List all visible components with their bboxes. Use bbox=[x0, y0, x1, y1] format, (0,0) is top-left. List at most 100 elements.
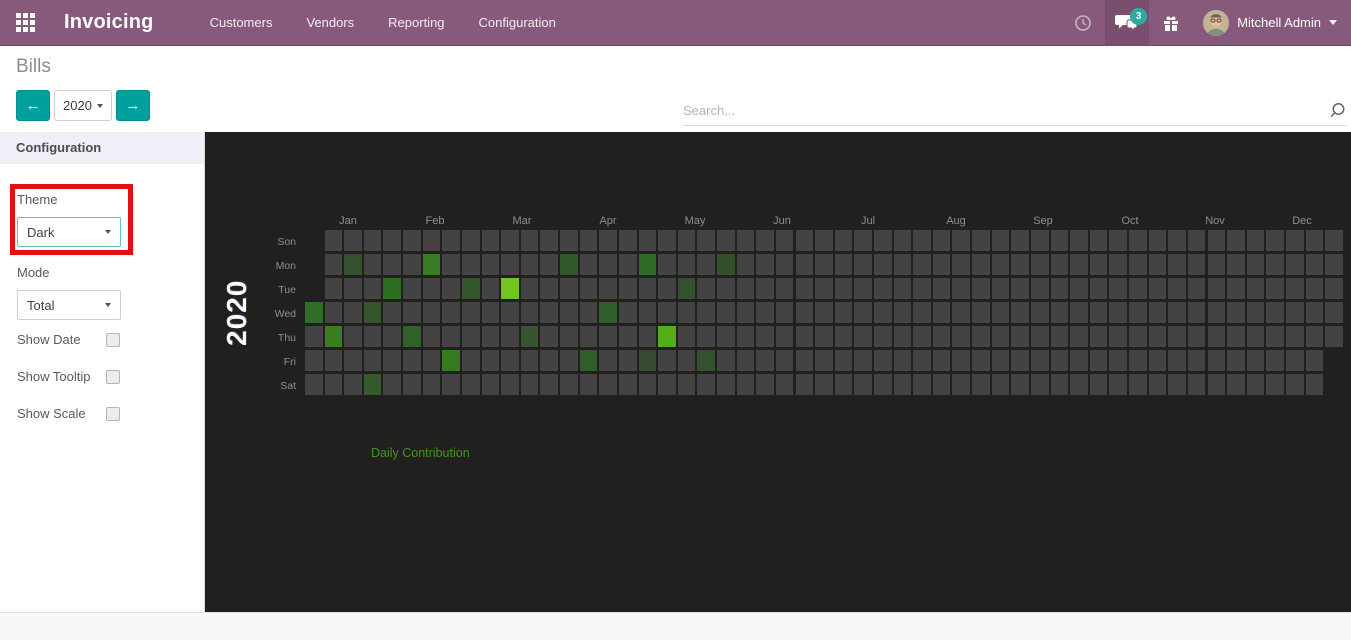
heatmap-cell[interactable] bbox=[481, 374, 500, 395]
heatmap-cell[interactable] bbox=[1011, 350, 1029, 371]
heatmap-cell[interactable] bbox=[501, 350, 519, 371]
heatmap-cell[interactable] bbox=[1070, 374, 1088, 395]
heatmap-cell[interactable] bbox=[1089, 254, 1108, 275]
heatmap-cell[interactable] bbox=[638, 350, 657, 371]
heatmap-cell[interactable] bbox=[1325, 278, 1343, 299]
heatmap-cell[interactable] bbox=[1246, 350, 1265, 371]
heatmap-cell[interactable] bbox=[736, 350, 755, 371]
heatmap-cell[interactable] bbox=[815, 374, 833, 395]
heatmap-cell[interactable] bbox=[658, 302, 676, 323]
heatmap-cell[interactable] bbox=[834, 254, 853, 275]
heatmap-cell[interactable] bbox=[324, 302, 343, 323]
heatmap-cell[interactable] bbox=[599, 254, 617, 275]
heatmap-cell[interactable] bbox=[972, 350, 990, 371]
heatmap-cell[interactable] bbox=[1070, 254, 1088, 275]
heatmap-cell[interactable] bbox=[795, 374, 814, 395]
heatmap-cell[interactable] bbox=[560, 350, 578, 371]
heatmap-cell[interactable] bbox=[1148, 374, 1167, 395]
heatmap-cell[interactable] bbox=[677, 254, 696, 275]
heatmap-cell[interactable] bbox=[520, 254, 539, 275]
heatmap-cell[interactable] bbox=[461, 278, 480, 299]
heatmap-cell[interactable] bbox=[677, 278, 696, 299]
heatmap-cell[interactable] bbox=[520, 326, 539, 347]
heatmap-cell[interactable] bbox=[1266, 350, 1284, 371]
heatmap-cell[interactable] bbox=[893, 230, 912, 251]
heatmap-cell[interactable] bbox=[520, 278, 539, 299]
heatmap-cell[interactable] bbox=[1286, 326, 1304, 347]
heatmap-cell[interactable] bbox=[442, 230, 460, 251]
heatmap-cell[interactable] bbox=[305, 374, 323, 395]
heatmap-cell[interactable] bbox=[1187, 374, 1206, 395]
heatmap-cell[interactable] bbox=[422, 350, 441, 371]
heatmap-cell[interactable] bbox=[344, 326, 362, 347]
heatmap-cell[interactable] bbox=[854, 302, 872, 323]
heatmap-cell[interactable] bbox=[991, 230, 1010, 251]
heatmap-cell[interactable] bbox=[599, 350, 617, 371]
heatmap-cell[interactable] bbox=[1148, 278, 1167, 299]
show-date-checkbox[interactable] bbox=[106, 332, 120, 347]
heatmap-cell[interactable] bbox=[677, 350, 696, 371]
heatmap-cell[interactable] bbox=[1109, 254, 1127, 275]
heatmap-cell[interactable] bbox=[873, 254, 892, 275]
heatmap-cell[interactable] bbox=[618, 374, 637, 395]
heatmap-cell[interactable] bbox=[1305, 278, 1324, 299]
heatmap-cell[interactable] bbox=[501, 254, 519, 275]
heatmap-cell[interactable] bbox=[1207, 230, 1226, 251]
heatmap-cell[interactable] bbox=[1030, 278, 1049, 299]
heatmap-cell[interactable] bbox=[579, 374, 598, 395]
heatmap-cell[interactable] bbox=[893, 278, 912, 299]
heatmap-cell[interactable] bbox=[1325, 326, 1343, 347]
heatmap-cell[interactable] bbox=[795, 254, 814, 275]
heatmap-cell[interactable] bbox=[305, 302, 323, 323]
heatmap-cell[interactable] bbox=[1011, 230, 1029, 251]
heatmap-cell[interactable] bbox=[932, 350, 951, 371]
heatmap-cell[interactable] bbox=[1129, 230, 1147, 251]
heatmap-cell[interactable] bbox=[834, 350, 853, 371]
heatmap-cell[interactable] bbox=[1187, 326, 1206, 347]
heatmap-cell[interactable] bbox=[1168, 350, 1186, 371]
heatmap-cell[interactable] bbox=[1246, 374, 1265, 395]
heatmap-cell[interactable] bbox=[403, 350, 421, 371]
heatmap-cell[interactable] bbox=[834, 374, 853, 395]
heatmap-cell[interactable] bbox=[383, 302, 402, 323]
heatmap-cell[interactable] bbox=[1246, 230, 1265, 251]
heatmap-cell[interactable] bbox=[383, 374, 402, 395]
heatmap-cell[interactable] bbox=[363, 350, 382, 371]
heatmap-cell[interactable] bbox=[736, 254, 755, 275]
heatmap-cell[interactable] bbox=[461, 230, 480, 251]
heatmap-cell[interactable] bbox=[520, 350, 539, 371]
heatmap-cell[interactable] bbox=[952, 278, 971, 299]
heatmap-cell[interactable] bbox=[560, 278, 578, 299]
heatmap-cell[interactable] bbox=[403, 254, 421, 275]
heatmap-cell[interactable] bbox=[991, 254, 1010, 275]
heatmap-cell[interactable] bbox=[403, 230, 421, 251]
heatmap-cell[interactable] bbox=[1070, 278, 1088, 299]
heatmap-cell[interactable] bbox=[324, 230, 343, 251]
heatmap-cell[interactable] bbox=[1050, 374, 1069, 395]
heatmap-cell[interactable] bbox=[422, 302, 441, 323]
heatmap-cell[interactable] bbox=[1129, 254, 1147, 275]
heatmap-cell[interactable] bbox=[481, 302, 500, 323]
heatmap-cell[interactable] bbox=[461, 350, 480, 371]
heatmap-cell[interactable] bbox=[952, 230, 971, 251]
heatmap-cell[interactable] bbox=[815, 326, 833, 347]
heatmap-cell[interactable] bbox=[422, 374, 441, 395]
heatmap-cell[interactable] bbox=[991, 350, 1010, 371]
heatmap-cell[interactable] bbox=[697, 254, 715, 275]
heatmap-cell[interactable] bbox=[579, 278, 598, 299]
search-input[interactable] bbox=[683, 103, 1329, 118]
heatmap-cell[interactable] bbox=[599, 230, 617, 251]
heatmap-cell[interactable] bbox=[677, 302, 696, 323]
heatmap-cell[interactable] bbox=[717, 230, 735, 251]
heatmap-cell[interactable] bbox=[795, 230, 814, 251]
heatmap-cell[interactable] bbox=[363, 278, 382, 299]
heatmap-cell[interactable] bbox=[1030, 326, 1049, 347]
heatmap-cell[interactable] bbox=[1129, 350, 1147, 371]
heatmap-cell[interactable] bbox=[344, 374, 362, 395]
apps-menu-icon[interactable] bbox=[0, 13, 50, 32]
menu-customers[interactable]: Customers bbox=[210, 15, 273, 30]
heatmap-cell[interactable] bbox=[1148, 230, 1167, 251]
heatmap-cell[interactable] bbox=[736, 326, 755, 347]
heatmap-cell[interactable] bbox=[1030, 374, 1049, 395]
heatmap-cell[interactable] bbox=[795, 326, 814, 347]
